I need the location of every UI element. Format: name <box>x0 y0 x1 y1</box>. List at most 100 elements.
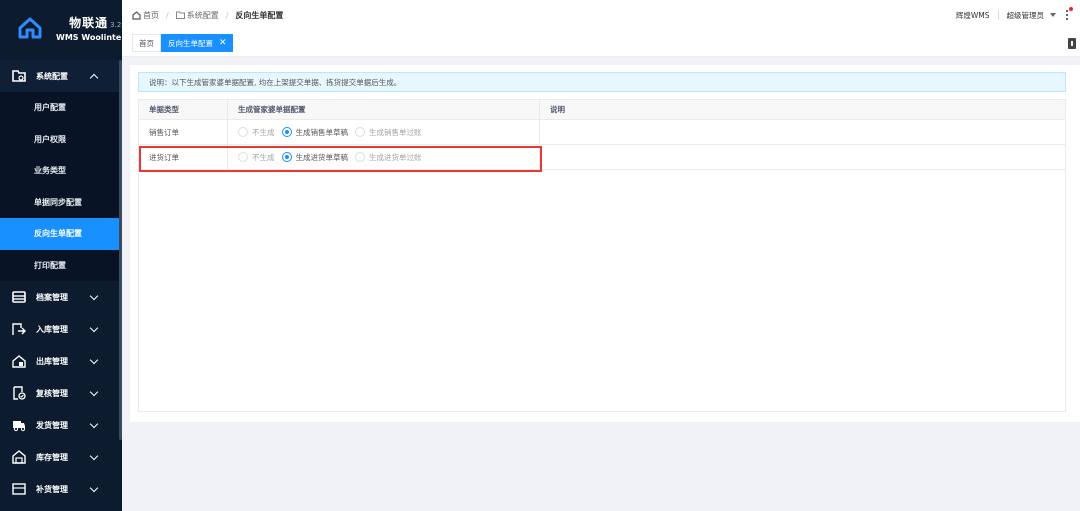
user-menu[interactable]: 超级管理员 <box>1007 10 1045 21</box>
archive-icon <box>12 291 26 303</box>
close-icon[interactable]: ✕ <box>219 38 227 48</box>
house-logo-icon <box>18 17 42 39</box>
logo-title: 物联通 <box>69 16 109 30</box>
radio-circle <box>238 127 248 137</box>
column-header: 单据类型 <box>139 100 228 119</box>
outbound-icon <box>12 355 26 368</box>
note-cell <box>540 120 1065 144</box>
radio-label: 不生成 <box>252 152 275 162</box>
column-header: 生成管家婆单据配置 <box>228 100 540 119</box>
table-header: 单据类型 生成管家婆单据配置 说明 <box>139 100 1065 120</box>
radio-label: 生成销售单过账 <box>369 127 422 137</box>
chevron-down-icon <box>89 451 99 461</box>
menu-group-inventory[interactable]: 库存管理 <box>0 441 122 473</box>
breadcrumb-separator: / <box>166 10 169 20</box>
logo-subtitle: WMS Woolinte <box>56 33 122 42</box>
table-row: 销售订单 不生成 生成销售单草稿 生成销售单过账 <box>139 120 1065 145</box>
radio-label: 生成进货单草稿 <box>295 152 349 162</box>
sidebar-scrollbar[interactable] <box>119 60 122 440</box>
folder-settings-icon <box>12 70 26 82</box>
chevron-down-icon <box>89 323 99 333</box>
menu-group-label: 出库管理 <box>36 356 68 366</box>
header-divider <box>997 10 999 20</box>
menu-group-label: 入库管理 <box>36 324 68 334</box>
sidebar-item-user-config[interactable]: 用户配置 <box>0 92 122 124</box>
chevron-down-icon <box>89 355 99 365</box>
logo-version: 3.2 <box>110 21 122 29</box>
menu-group-label: 发货管理 <box>36 420 68 430</box>
truck-icon <box>13 421 26 432</box>
tags-menu-icon[interactable] <box>1068 38 1076 49</box>
sidebar-item-doc-sync-config[interactable]: 单据同步配置 <box>0 187 122 219</box>
radio-circle <box>238 152 248 162</box>
chevron-down-icon <box>89 483 99 493</box>
breadcrumb-current: 反向生单配置 <box>235 10 284 20</box>
radio-option[interactable]: 生成销售单过账 <box>355 127 422 138</box>
tab-reverse-order-config[interactable]: 反向生单配置 ✕ <box>161 34 233 52</box>
radio-option[interactable]: 生成销售单草稿 <box>281 127 349 138</box>
sidebar-item-reverse-order-config[interactable]: 反向生单配置 <box>0 218 122 250</box>
radio-label: 生成进货单过账 <box>369 152 422 162</box>
header-right: 辉煌WMS 超级管理员 <box>955 0 1073 30</box>
folder-icon <box>175 11 185 19</box>
logo: 物联通 3.2 WMS Woolinte <box>0 0 122 56</box>
chevron-down-icon <box>89 387 99 397</box>
tab-label: 反向生单配置 <box>168 38 213 48</box>
radio-circle-checked <box>281 127 292 137</box>
doc-type-cell: 进货订单 <box>139 145 228 169</box>
radio-circle <box>355 152 365 162</box>
option-cell: 不生成 生成销售单草稿 生成销售单过账 <box>228 120 540 144</box>
radio-circle-checked <box>281 152 292 162</box>
review-icon <box>13 386 26 400</box>
menu-group-label: 档案管理 <box>36 292 68 302</box>
home-icon <box>132 10 141 20</box>
tags-bar: 首页 反向生单配置 ✕ <box>122 30 1080 57</box>
note-cell <box>540 145 1065 169</box>
breadcrumb-separator: / <box>225 10 229 20</box>
menu-group-label: 复核管理 <box>36 388 68 398</box>
notice-banner: 说明：以下生成管家婆单据配置, 均在上架提交单据、拣货提交单据后生成。 <box>138 72 1066 92</box>
radio-option[interactable]: 不生成 <box>238 152 275 163</box>
menu-group-archive[interactable]: 档案管理 <box>0 281 122 313</box>
system-name: 辉煌WMS <box>955 10 990 20</box>
system-config-submenu: 用户配置 用户权限 业务类型 单据同步配置 反向生单配置 打印配置 <box>0 92 122 281</box>
sidebar-item-business-type[interactable]: 业务类型 <box>0 155 122 187</box>
menu-group-system-config[interactable]: 系统配置 <box>0 60 122 92</box>
radio-option[interactable]: 生成进货单草稿 <box>281 152 349 163</box>
column-header: 说明 <box>550 105 565 114</box>
config-table: 单据类型 生成管家婆单据配置 说明 销售订单 不生成 生成销售单草稿 生成销售单… <box>138 99 1066 412</box>
sidebar-item-user-permissions[interactable]: 用户权限 <box>0 124 122 156</box>
option-cell: 不生成 生成进货单草稿 生成进货单过账 <box>228 145 540 169</box>
notification-dot <box>1069 7 1073 11</box>
top-header: 首页 / 系统配置 / 反向生单配置 辉煌WMS 超级管理员 <box>122 0 1080 30</box>
tab-home[interactable]: 首页 <box>132 34 161 52</box>
menu-group-label: 补货管理 <box>36 484 68 494</box>
menu-group-review[interactable]: 复核管理 <box>0 377 122 409</box>
radio-option[interactable]: 生成进货单过账 <box>355 152 422 163</box>
breadcrumb: 首页 / 系统配置 / 反向生单配置 <box>132 10 283 21</box>
warehouse-icon <box>12 450 26 464</box>
caret-down-icon[interactable] <box>1050 13 1056 17</box>
doc-type-cell: 销售订单 <box>139 120 228 144</box>
chevron-down-icon <box>89 419 99 429</box>
radio-circle <box>355 127 365 137</box>
table-row: 进货订单 不生成 生成进货单草稿 生成进货单过账 <box>139 145 1065 170</box>
radio-option[interactable]: 不生成 <box>238 127 275 138</box>
radio-label: 不生成 <box>252 127 275 137</box>
menu-group-outbound[interactable]: 出库管理 <box>0 345 122 377</box>
breadcrumb-home[interactable]: 首页 <box>143 10 159 21</box>
menu-group-inbound[interactable]: 入库管理 <box>0 313 122 345</box>
chevron-down-icon <box>89 291 99 301</box>
breadcrumb-system-config[interactable]: 系统配置 <box>187 10 219 21</box>
menu-group-replenish[interactable]: 补货管理 <box>0 473 122 505</box>
inbound-icon <box>12 323 26 335</box>
menu-group-shipping[interactable]: 发货管理 <box>0 409 122 441</box>
sidebar: 物联通 3.2 WMS Woolinte 系统配置 用户配置 用户权限 业务类型 … <box>0 0 122 511</box>
more-vertical-icon[interactable] <box>1064 7 1073 21</box>
replenish-icon <box>12 483 26 495</box>
main-content: 说明：以下生成管家婆单据配置, 均在上架提交单据、拣货提交单据后生成。 单据类型… <box>130 65 1080 422</box>
menu-group-label: 系统配置 <box>36 71 68 81</box>
sidebar-item-print-config[interactable]: 打印配置 <box>0 250 122 282</box>
menu-group-label: 库存管理 <box>36 452 68 462</box>
radio-label: 生成销售单草稿 <box>295 127 349 137</box>
